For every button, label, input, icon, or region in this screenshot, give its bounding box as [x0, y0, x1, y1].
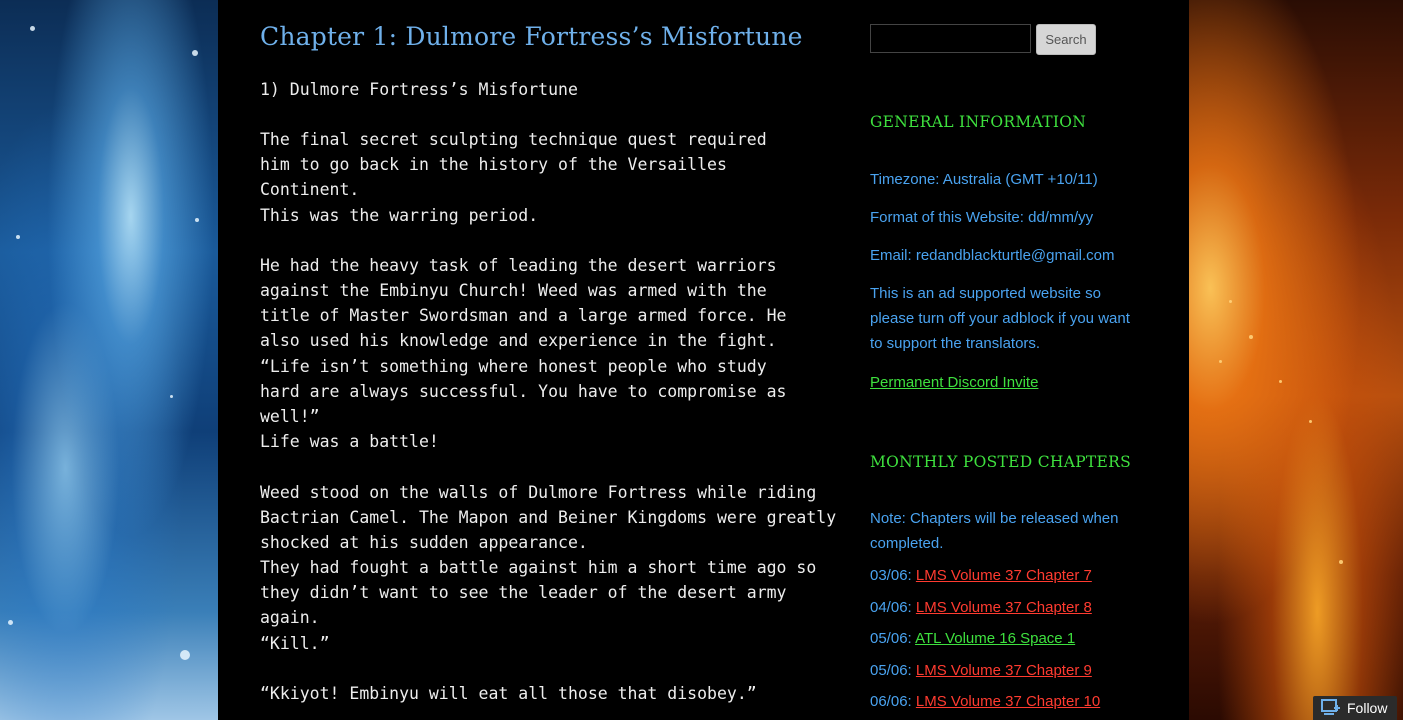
paragraph: Life was a battle!	[260, 432, 439, 451]
paragraph: 1) Dulmore Fortress’s Misfortune	[260, 80, 578, 99]
chapter-link[interactable]: LMS Volume 37 Chapter 10	[916, 693, 1100, 710]
chapter-list-item: 06/06: LMS Volume 37 Chapter 10	[870, 693, 1101, 710]
paragraph: “Kill.”	[260, 634, 330, 653]
article: Chapter 1: Dulmore Fortress’s Misfortune…	[260, 0, 840, 703]
paragraph: “Life isn’t something where honest peopl…	[260, 357, 787, 426]
chapter-list-item: 05/06: LMS Volume 37 Chapter 9	[870, 662, 1092, 679]
paragraph: The final secret sculpting technique que…	[260, 130, 767, 199]
email-text: Email: redandblackturtle@gmail.com	[870, 247, 1115, 264]
follow-button[interactable]: Follow	[1313, 696, 1397, 720]
paragraph: They had fought a battle against him a s…	[260, 558, 817, 627]
paragraph: He had the heavy task of leading the des…	[260, 256, 787, 350]
search-input[interactable]	[870, 24, 1031, 53]
adblock-notice: This is an ad supported website so pleas…	[870, 285, 1130, 352]
page-title[interactable]: Chapter 1: Dulmore Fortress’s Misfortune	[260, 20, 840, 54]
follow-icon	[1321, 698, 1341, 718]
chapter-list-item: 04/06: LMS Volume 37 Chapter 8	[870, 599, 1092, 616]
paragraph: This was the warring period.	[260, 206, 539, 225]
chapter-list-item: 05/06: ATL Volume 16 Space 1	[870, 630, 1076, 647]
timezone-text: Timezone: Australia (GMT +10/11)	[870, 171, 1098, 188]
background-ice-dragon-art	[0, 0, 218, 720]
chapter-link[interactable]: LMS Volume 37 Chapter 7	[916, 567, 1092, 584]
background-fire-dragon-art	[1189, 0, 1403, 720]
chapter-link[interactable]: LMS Volume 37 Chapter 8	[916, 599, 1092, 616]
paragraph: Weed stood on the walls of Dulmore Fortr…	[260, 483, 837, 552]
search-button[interactable]: Search	[1036, 24, 1096, 55]
content-area: Chapter 1: Dulmore Fortress’s Misfortune…	[218, 0, 1189, 720]
chapter-link[interactable]: ATL Volume 16 Space 1	[915, 630, 1075, 647]
chapter-list-item: 03/06: LMS Volume 37 Chapter 7	[870, 567, 1092, 584]
release-note: Note: Chapters will be released when com…	[870, 510, 1119, 552]
chapter-link[interactable]: LMS Volume 37 Chapter 9	[916, 662, 1092, 679]
paragraph: “Kkiyot! Embinyu will eat all those that…	[260, 684, 757, 703]
monthly-chapters-heading: Monthly Posted Chapters	[870, 453, 1132, 471]
general-info-heading: General Information	[870, 113, 1087, 131]
follow-label: Follow	[1347, 700, 1388, 716]
discord-invite-link[interactable]: Permanent Discord Invite	[870, 370, 1145, 395]
date-format-text: Format of this Website: dd/mm/yy	[870, 209, 1094, 226]
